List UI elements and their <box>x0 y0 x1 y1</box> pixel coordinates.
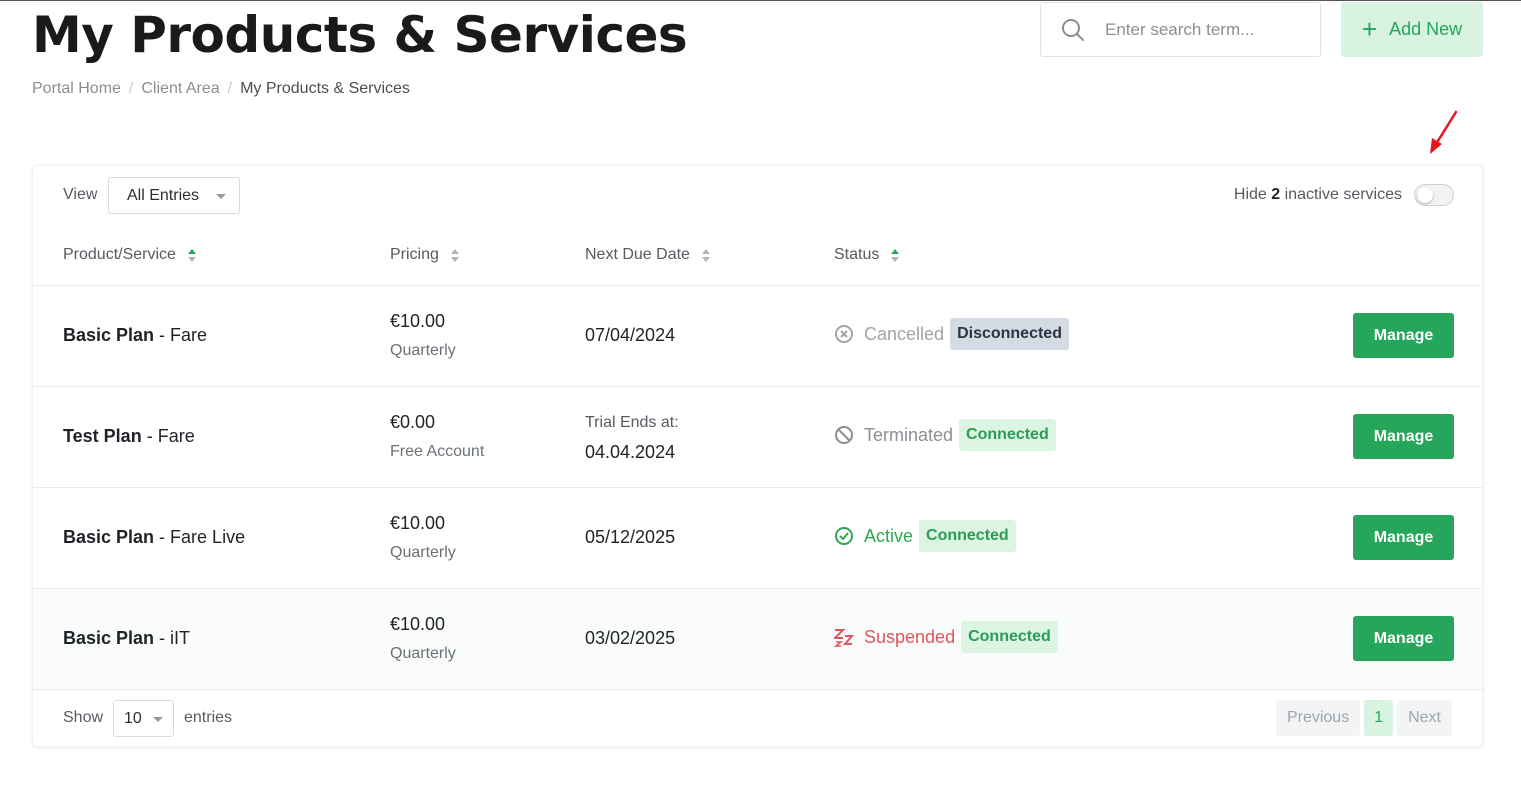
pricing-cell: €10.00 Quarterly <box>390 614 456 662</box>
page-size-select[interactable]: 10 <box>113 700 174 737</box>
page-1-button[interactable]: 1 <box>1364 700 1394 736</box>
inactive-count: 2 <box>1271 186 1281 203</box>
page-title: My Products & Services <box>32 6 688 64</box>
product-name: Test Plan - Fare <box>63 426 195 446</box>
chevron-down-icon <box>153 717 163 722</box>
hide-inactive-label: Hide 2 inactive services <box>1233 186 1402 203</box>
trial-ends-date: 04.04.2024 <box>585 442 676 462</box>
sort-icon <box>450 248 459 262</box>
status-text: Suspended <box>864 626 956 647</box>
column-product-service[interactable]: Product/Service <box>63 246 196 264</box>
red-arrow-annotation <box>1430 110 1458 154</box>
manage-button[interactable]: Manage <box>1353 414 1454 459</box>
breadcrumb-separator: / <box>227 80 233 97</box>
breadcrumb-separator: / <box>128 80 134 97</box>
breadcrumb: Portal Home / Client Area / My Products … <box>32 80 410 98</box>
breadcrumb-portal-home[interactable]: Portal Home <box>32 80 121 98</box>
hide-inactive-toggle[interactable] <box>1414 184 1454 206</box>
column-pricing[interactable]: Pricing <box>390 246 459 264</box>
sort-icon <box>187 248 196 262</box>
table-header: Product/Service Pricing Next Due Date St… <box>33 226 1482 286</box>
pagination: Previous 1 Next <box>1275 700 1452 736</box>
table-row[interactable]: Basic Plan - iIT €10.00 Quarterly 03/02/… <box>33 589 1482 690</box>
table-footer: Show 10 entries Previous 1 Next <box>33 691 1482 748</box>
status-text: Active <box>864 525 914 546</box>
plus-icon: + <box>1361 13 1378 44</box>
breadcrumb-client-area[interactable]: Client Area <box>141 80 219 98</box>
status-cell: Active Connected <box>834 520 1016 552</box>
table-row[interactable]: Test Plan - Fare €0.00 Free Account Tria… <box>33 387 1482 488</box>
cancelled-icon <box>834 324 854 344</box>
previous-page-button[interactable]: Previous <box>1275 700 1361 736</box>
status-text: Cancelled <box>864 323 945 344</box>
connection-badge: Connected <box>961 621 1058 653</box>
entries-label: entries <box>184 709 233 726</box>
breadcrumb-current: My Products & Services <box>240 80 410 97</box>
next-due-date: 07/04/2024 <box>585 325 676 345</box>
chevron-down-icon <box>216 194 226 199</box>
manage-button[interactable]: Manage <box>1353 313 1454 358</box>
status-cell: Terminated Connected <box>834 419 1056 451</box>
next-due-date: 05/12/2025 <box>585 527 676 547</box>
next-due-date: 03/02/2025 <box>585 628 676 648</box>
table-row[interactable]: Basic Plan - Fare Live €10.00 Quarterly … <box>33 488 1482 589</box>
sort-icon <box>701 248 710 262</box>
services-card: View All Entries Hide 2 inactive service… <box>32 165 1483 747</box>
status-cell: Suspended Connected <box>834 621 1058 653</box>
top-border <box>0 0 1521 1</box>
sleep-icon <box>834 627 854 647</box>
search-icon <box>1062 18 1084 41</box>
product-name: Basic Plan - Fare Live <box>63 527 246 547</box>
column-status[interactable]: Status <box>834 246 900 264</box>
search-input[interactable] <box>1105 19 1305 40</box>
trial-ends-label: Trial Ends at: <box>585 414 679 431</box>
add-new-label: Add New <box>1389 19 1463 39</box>
view-filter-select[interactable]: All Entries <box>108 177 240 214</box>
table-row[interactable]: Basic Plan - Fare €10.00 Quarterly 07/04… <box>33 286 1482 387</box>
next-due-date: Trial Ends at: 04.04.2024 <box>585 414 679 463</box>
toggle-knob <box>1417 187 1433 203</box>
product-name: Basic Plan - Fare <box>63 325 208 345</box>
show-label: Show <box>63 709 104 726</box>
check-circle-icon <box>834 526 854 546</box>
manage-button[interactable]: Manage <box>1353 515 1454 560</box>
connection-badge: Connected <box>919 520 1016 552</box>
search-box <box>1040 2 1321 57</box>
add-new-button[interactable]: + Add New <box>1341 2 1483 57</box>
view-label: View <box>63 186 98 203</box>
page-size-value: 10 <box>124 709 142 727</box>
product-name: Basic Plan - iIT <box>63 628 191 648</box>
pricing-cell: €10.00 Quarterly <box>390 311 456 359</box>
status-cell: Cancelled Disconnected <box>834 318 1069 350</box>
manage-button[interactable]: Manage <box>1353 616 1454 661</box>
sort-icon <box>891 248 900 262</box>
connection-badge: Connected <box>959 419 1056 451</box>
view-filter-value: All Entries <box>127 186 200 204</box>
pricing-cell: €0.00 Free Account <box>390 412 485 460</box>
status-text: Terminated <box>864 424 954 445</box>
terminated-icon <box>834 425 854 445</box>
next-page-button[interactable]: Next <box>1397 700 1452 736</box>
connection-badge: Disconnected <box>950 318 1069 350</box>
pricing-cell: €10.00 Quarterly <box>390 513 456 561</box>
column-next-due-date[interactable]: Next Due Date <box>585 246 710 264</box>
